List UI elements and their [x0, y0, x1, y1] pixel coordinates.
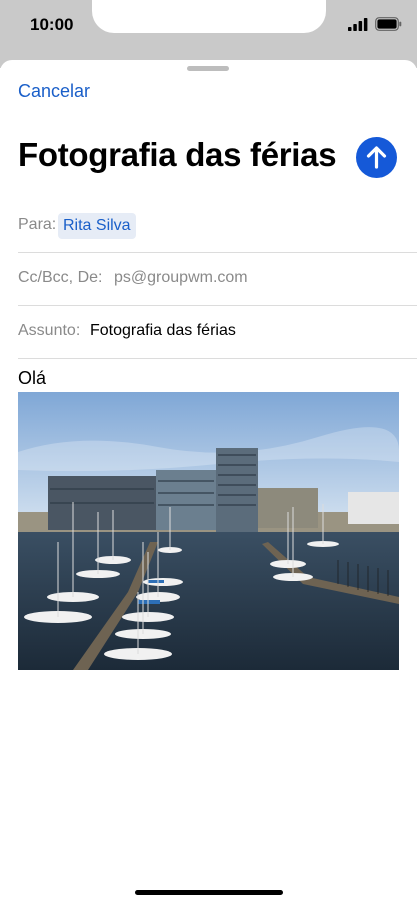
- compose-title: Fotografia das férias: [18, 136, 337, 173]
- arrow-up-icon: [366, 146, 387, 169]
- attached-photo[interactable]: [18, 392, 399, 670]
- cancel-button[interactable]: Cancelar: [18, 81, 90, 102]
- subject-field[interactable]: Fotografia das férias: [90, 322, 236, 340]
- battery-icon: [375, 17, 402, 31]
- ccbcc-label: Cc/Bcc, De:: [18, 269, 103, 286]
- status-bar: 10:00: [0, 0, 417, 68]
- recipient-chip[interactable]: Rita Silva: [58, 213, 136, 239]
- ccbcc-from-row[interactable]: Cc/Bcc, De: ps@groupwm.com: [18, 253, 417, 306]
- harbor-photo-image: [18, 392, 399, 670]
- home-indicator[interactable]: [135, 890, 283, 895]
- signal-icon: [348, 18, 368, 31]
- message-body-text[interactable]: Olá: [18, 368, 46, 389]
- send-button[interactable]: [356, 137, 397, 178]
- device-notch: [92, 0, 326, 33]
- compose-sheet: Cancelar Fotografia das férias Para: Rit…: [0, 60, 417, 905]
- subject-label: Assunto:: [18, 322, 81, 339]
- to-row[interactable]: Para: Rita Silva: [18, 200, 417, 253]
- sheet-grabber[interactable]: [187, 66, 229, 71]
- from-address[interactable]: ps@groupwm.com: [114, 269, 248, 287]
- status-time: 10:00: [30, 15, 74, 34]
- to-label: Para:: [18, 216, 57, 233]
- subject-row[interactable]: Assunto: Fotografia das férias: [18, 306, 417, 359]
